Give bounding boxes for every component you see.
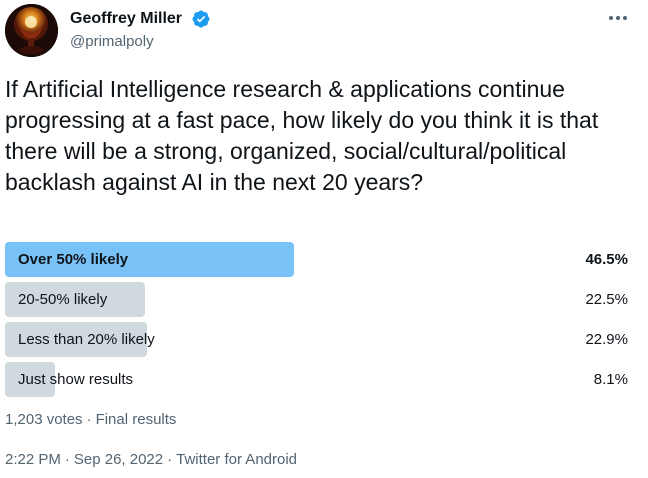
poll-option-percent: 8.1% <box>593 371 628 388</box>
poll-option-label: Over 50% likely <box>18 251 129 268</box>
more-horizontal-icon <box>609 16 627 20</box>
poll-option-less-than-20[interactable]: Less than 20% likely 22.9% <box>5 322 629 357</box>
separator: · <box>86 411 92 428</box>
tweet-date-link[interactable]: Sep 26, 2022 <box>74 451 163 468</box>
poll-status: Final results <box>95 411 177 428</box>
avatar[interactable] <box>5 4 58 57</box>
verified-badge-icon <box>192 10 210 28</box>
poll-option-percent: 22.5% <box>585 291 628 308</box>
tweet-text: If Artificial Intelligence research & ap… <box>5 76 599 195</box>
more-options-button[interactable] <box>604 6 632 30</box>
poll-option-label: 20-50% likely <box>18 291 108 308</box>
author-name[interactable]: Geoffrey Miller <box>70 9 182 29</box>
separator: · <box>167 451 173 468</box>
tweet-time-link[interactable]: 2:22 PM <box>5 451 61 468</box>
poll-summary: 1,203 votes · Final results <box>5 410 176 430</box>
poll-option-percent: 46.5% <box>585 251 628 268</box>
tweet: Geoffrey Miller @primalpoly If Artificia… <box>0 0 648 478</box>
poll-option-over-50[interactable]: Over 50% likely 46.5% <box>5 242 629 277</box>
separator: · <box>64 451 70 468</box>
tweet-source-link[interactable]: Twitter for Android <box>176 451 297 468</box>
poll-option-percent: 22.9% <box>585 331 628 348</box>
poll: Over 50% likely 46.5% 20-50% likely 22.5… <box>5 242 629 402</box>
poll-option-just-show-results[interactable]: Just show results 8.1% <box>5 362 629 397</box>
poll-vote-count: 1,203 votes <box>5 411 83 428</box>
poll-option-label: Just show results <box>18 371 134 388</box>
avatar-image <box>5 4 58 57</box>
author-handle[interactable]: @primalpoly <box>70 32 154 52</box>
poll-option-label: Less than 20% likely <box>18 331 155 348</box>
tweet-timestamp: 2:22 PM · Sep 26, 2022 · Twitter for Android <box>5 450 297 470</box>
poll-option-20-50[interactable]: 20-50% likely 22.5% <box>5 282 629 317</box>
